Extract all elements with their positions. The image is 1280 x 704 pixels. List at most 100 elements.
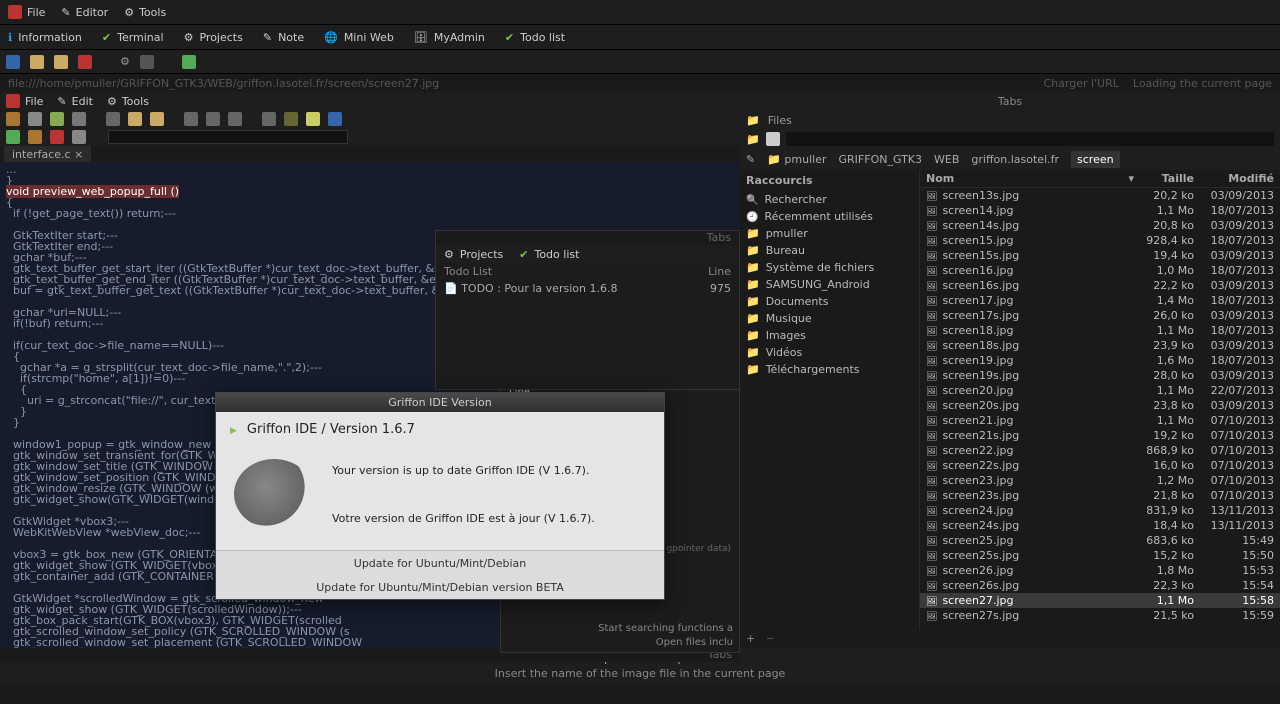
funcs-open-link[interactable]: Open files inclu xyxy=(656,637,733,648)
expand-icon[interactable] xyxy=(140,55,154,69)
menu-editor[interactable]: Editor xyxy=(61,6,108,19)
menu-myadmin[interactable]: MyAdmin xyxy=(414,31,485,44)
editor-tab[interactable]: interface.c × xyxy=(4,146,91,162)
remove-button[interactable]: − xyxy=(766,632,775,645)
menu-tools[interactable]: Tools xyxy=(124,6,166,19)
shortcut-item[interactable]: Images xyxy=(740,327,919,344)
crumb-griffon[interactable]: GRIFFON_GTK3 xyxy=(839,153,923,166)
file-row[interactable]: screen26.jpg1,8 Mo15:53 xyxy=(920,563,1280,578)
paste-icon[interactable] xyxy=(206,112,220,126)
saveall-icon[interactable] xyxy=(72,112,86,126)
help-icon[interactable] xyxy=(328,112,342,126)
file-row[interactable]: screen27s.jpg21,5 ko15:59 xyxy=(920,608,1280,623)
build-icon[interactable] xyxy=(72,130,86,144)
menu-note[interactable]: Note xyxy=(263,31,304,44)
file-row[interactable]: screen27.jpg1,1 Mo15:58 xyxy=(920,593,1280,608)
col-mod[interactable]: Modifié xyxy=(1194,172,1274,185)
file-row[interactable]: screen15.jpg928,4 ko18/07/2013 xyxy=(920,233,1280,248)
funcs-search-link[interactable]: Start searching functions a xyxy=(598,623,733,634)
redo-icon[interactable] xyxy=(150,112,164,126)
file-row[interactable]: screen16s.jpg22,2 ko03/09/2013 xyxy=(920,278,1280,293)
file-row[interactable]: screen25s.jpg15,2 ko15:50 xyxy=(920,548,1280,563)
menu-miniweb[interactable]: Mini Web xyxy=(324,31,394,44)
file-row[interactable]: screen13s.jpg20,2 ko03/09/2013 xyxy=(920,188,1280,203)
copy-icon[interactable] xyxy=(184,112,198,126)
todo-row[interactable]: 📄 TODO : Pour la version 1.6.8975 xyxy=(436,280,739,297)
path-input[interactable] xyxy=(786,132,1274,146)
editor-menu-tools[interactable]: Tools xyxy=(107,95,149,108)
menu-projects[interactable]: Projects xyxy=(184,31,243,44)
file-row[interactable]: screen25.jpg683,6 ko15:49 xyxy=(920,533,1280,548)
projects-tab[interactable]: Projects xyxy=(444,248,503,261)
file-row[interactable]: screen23.jpg1,2 Mo07/10/2013 xyxy=(920,473,1280,488)
shortcut-item[interactable]: Système de fichiers xyxy=(740,259,919,276)
reload-icon[interactable] xyxy=(6,55,20,69)
file-row[interactable]: screen14.jpg1,1 Mo18/07/2013 xyxy=(920,203,1280,218)
nav-icon[interactable] xyxy=(28,130,42,144)
update-button[interactable]: Update for Ubuntu/Mint/Debian xyxy=(216,551,664,575)
todo-tab[interactable]: Todo list xyxy=(519,248,579,261)
open-icon[interactable] xyxy=(28,112,42,126)
update-beta-button[interactable]: Update for Ubuntu/Mint/Debian version BE… xyxy=(216,575,664,599)
crumb-pmuller[interactable]: pmuller xyxy=(767,153,826,166)
close-icon[interactable] xyxy=(50,130,64,144)
shortcut-item[interactable]: pmuller xyxy=(740,225,919,242)
stop-icon[interactable] xyxy=(78,55,92,69)
col-size[interactable]: Taille xyxy=(1134,172,1194,185)
bookmark-icon[interactable] xyxy=(284,112,298,126)
file-row[interactable]: screen24s.jpg18,4 ko13/11/2013 xyxy=(920,518,1280,533)
editor-menu-file[interactable]: File xyxy=(6,94,43,108)
editor-menu-edit[interactable]: Edit xyxy=(57,95,93,108)
file-row[interactable]: screen21s.jpg19,2 ko07/10/2013 xyxy=(920,428,1280,443)
find-icon[interactable] xyxy=(228,112,242,126)
shortcut-item[interactable]: Vidéos xyxy=(740,344,919,361)
add-icon[interactable] xyxy=(182,55,196,69)
shortcut-item[interactable]: Téléchargements xyxy=(740,361,919,378)
menu-information[interactable]: Information xyxy=(8,31,82,44)
file-row[interactable]: screen19s.jpg28,0 ko03/09/2013 xyxy=(920,368,1280,383)
file-row[interactable]: screen26s.jpg22,3 ko15:54 xyxy=(920,578,1280,593)
shortcut-item[interactable]: SAMSUNG_Android xyxy=(740,276,919,293)
shortcut-item[interactable]: Rechercher xyxy=(740,191,919,208)
file-row[interactable]: screen20s.jpg23,8 ko03/09/2013 xyxy=(920,398,1280,413)
shortcut-item[interactable]: Musique xyxy=(740,310,919,327)
cut-icon[interactable] xyxy=(106,112,120,126)
menu-todolist[interactable]: Todo list xyxy=(505,31,565,44)
file-row[interactable]: screen19.jpg1,6 Mo18/07/2013 xyxy=(920,353,1280,368)
search-input[interactable] xyxy=(108,130,348,144)
gear-icon[interactable] xyxy=(120,55,130,68)
col-name[interactable]: Nom ▾ xyxy=(926,172,1134,185)
config-icon[interactable] xyxy=(262,112,276,126)
shortcut-item[interactable]: Documents xyxy=(740,293,919,310)
file-row[interactable]: screen20.jpg1,1 Mo22/07/2013 xyxy=(920,383,1280,398)
file-row[interactable]: screen17.jpg1,4 Mo18/07/2013 xyxy=(920,293,1280,308)
edit-path-icon[interactable] xyxy=(746,153,755,166)
new-icon[interactable] xyxy=(6,112,20,126)
forward-icon[interactable] xyxy=(54,55,68,69)
save-icon[interactable] xyxy=(50,112,64,126)
file-row[interactable]: screen21.jpg1,1 Mo07/10/2013 xyxy=(920,413,1280,428)
new-file-icon[interactable] xyxy=(766,132,780,146)
crumb-web[interactable]: WEB xyxy=(934,153,959,166)
crumb-lasotel[interactable]: griffon.lasotel.fr xyxy=(971,153,1059,166)
file-row[interactable]: screen16.jpg1,0 Mo18/07/2013 xyxy=(920,263,1280,278)
charger-url-button[interactable]: Charger l'URL xyxy=(1043,77,1118,90)
shortcut-item[interactable]: Bureau xyxy=(740,242,919,259)
file-row[interactable]: screen14s.jpg20,8 ko03/09/2013 xyxy=(920,218,1280,233)
star-icon[interactable] xyxy=(306,112,320,126)
file-row[interactable]: screen22s.jpg16,0 ko07/10/2013 xyxy=(920,458,1280,473)
file-row[interactable]: screen23s.jpg21,8 ko07/10/2013 xyxy=(920,488,1280,503)
file-row[interactable]: screen18s.jpg23,9 ko03/09/2013 xyxy=(920,338,1280,353)
menu-terminal[interactable]: Terminal xyxy=(102,31,164,44)
file-row[interactable]: screen24.jpg831,9 ko13/11/2013 xyxy=(920,503,1280,518)
file-row[interactable]: screen15s.jpg19,4 ko03/09/2013 xyxy=(920,248,1280,263)
run-icon[interactable] xyxy=(6,130,20,144)
folder-icon[interactable] xyxy=(746,133,760,146)
back-icon[interactable] xyxy=(30,55,44,69)
undo-icon[interactable] xyxy=(128,112,142,126)
menu-file[interactable]: File xyxy=(8,5,45,19)
file-row[interactable]: screen22.jpg868,9 ko07/10/2013 xyxy=(920,443,1280,458)
file-row[interactable]: screen18.jpg1,1 Mo18/07/2013 xyxy=(920,323,1280,338)
crumb-screen[interactable]: screen xyxy=(1071,151,1120,168)
shortcut-item[interactable]: Récemment utilisés xyxy=(740,208,919,225)
